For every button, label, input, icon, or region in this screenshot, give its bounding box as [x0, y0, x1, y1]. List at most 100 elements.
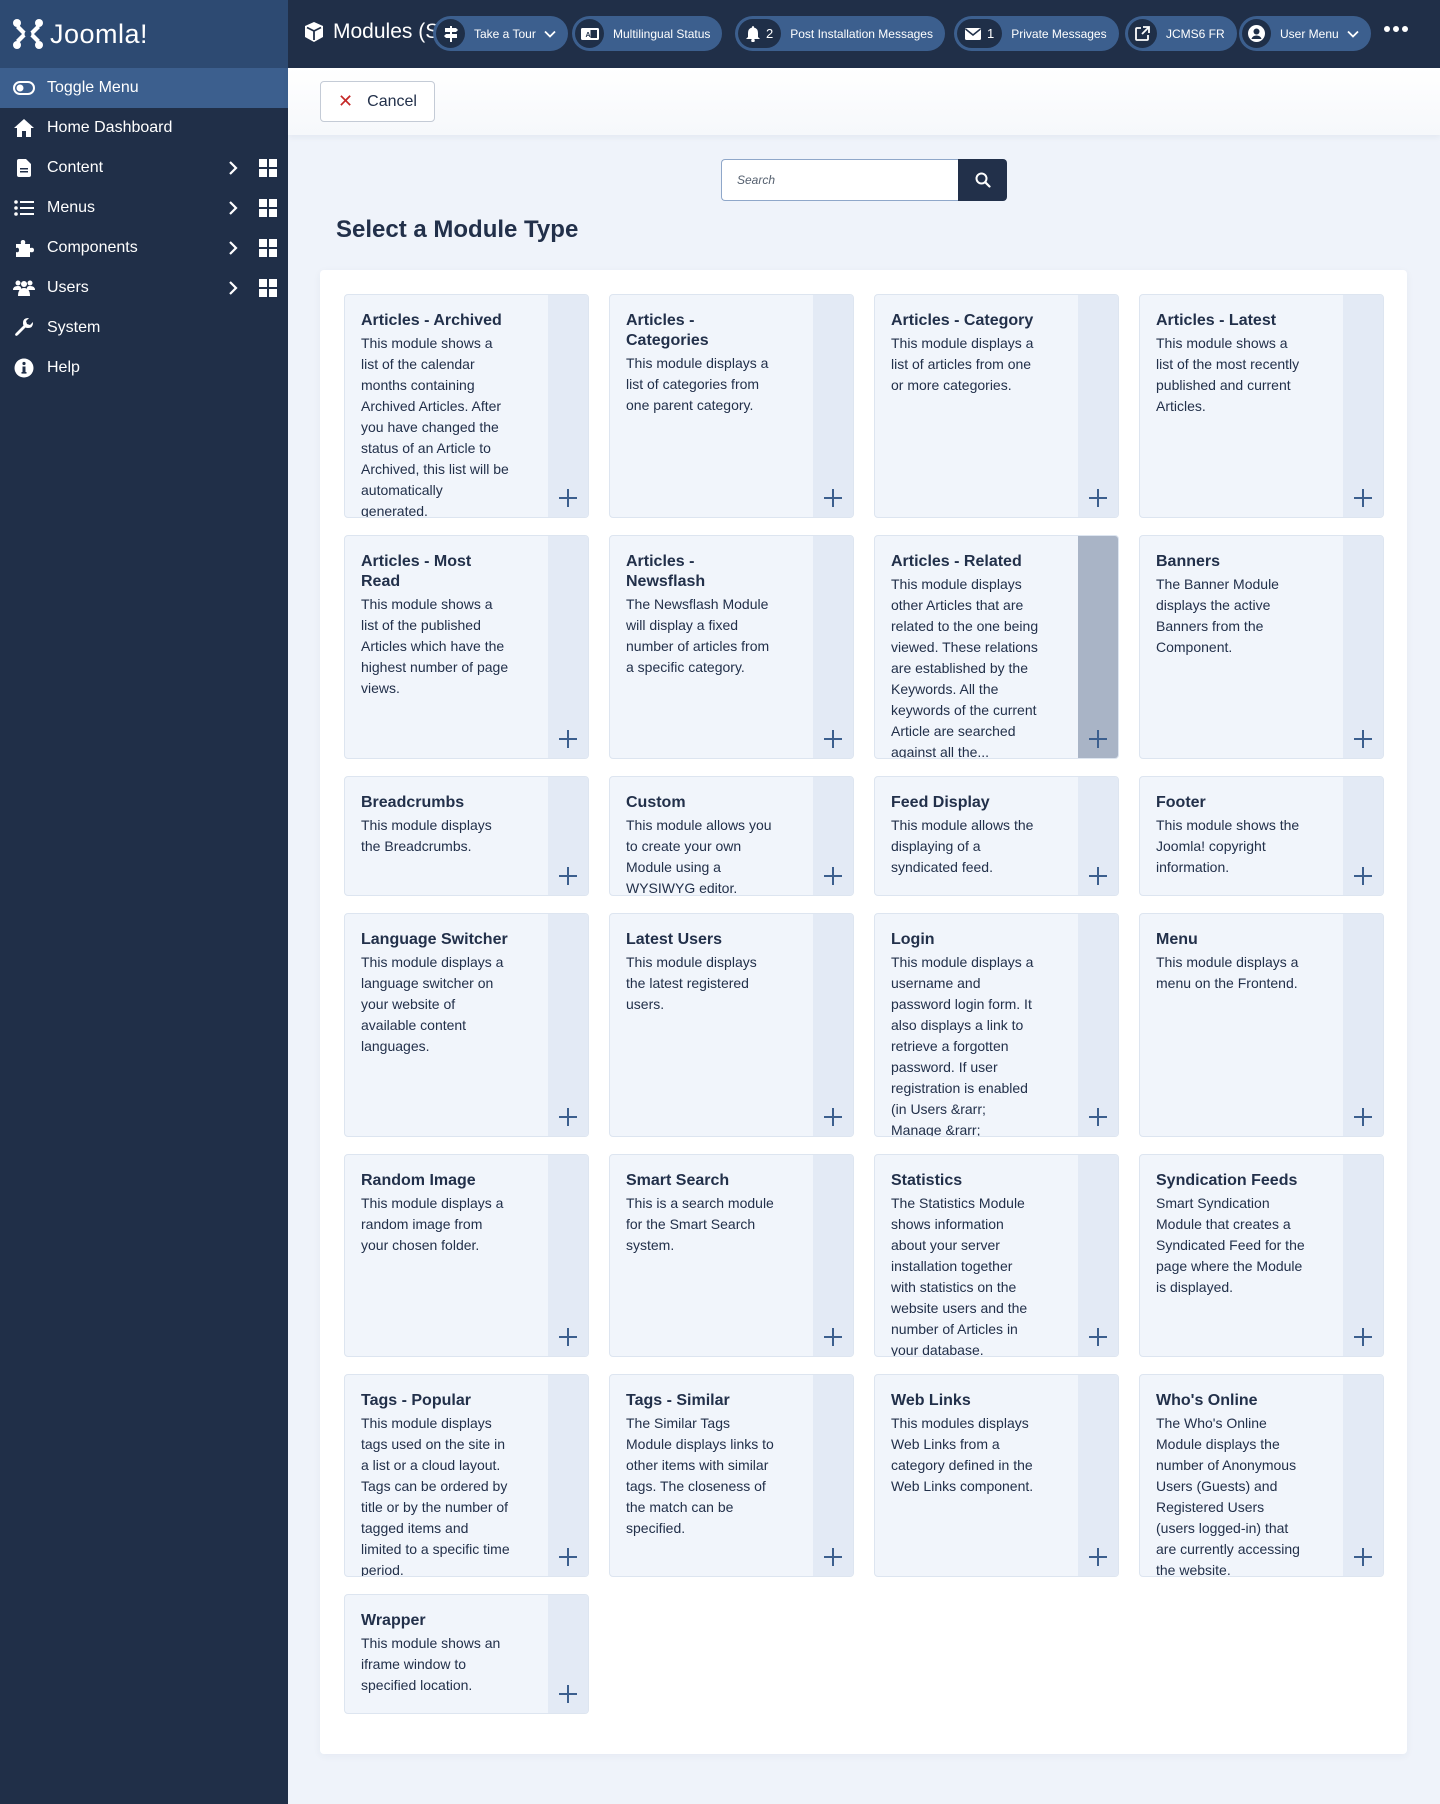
module-card[interactable]: Articles - Latest This module shows a lis… — [1139, 294, 1384, 518]
module-card[interactable]: Smart Search This is a search module for … — [609, 1154, 854, 1357]
module-card[interactable]: Menu This module displays a menu on the F… — [1139, 913, 1384, 1137]
plus-icon — [824, 1548, 842, 1566]
module-add-strip[interactable] — [1078, 914, 1118, 1136]
module-description: This module displays a random image from… — [361, 1195, 504, 1253]
plus-icon — [559, 1548, 577, 1566]
module-card[interactable]: Banners The Banner Module displays the ac… — [1139, 535, 1384, 759]
module-add-strip[interactable] — [1343, 536, 1383, 758]
module-card[interactable]: Tags - Popular This module displays tags … — [344, 1374, 589, 1577]
module-card[interactable]: Tags - Similar The Similar Tags Module di… — [609, 1374, 854, 1577]
take-a-tour-button[interactable]: Take a Tour — [433, 16, 568, 51]
plus-icon — [1089, 489, 1107, 507]
site-link-button[interactable]: JCMS6 FR — [1125, 16, 1237, 51]
chevron-right-icon[interactable] — [224, 199, 242, 217]
chevron-right-icon[interactable] — [224, 159, 242, 177]
module-add-strip[interactable] — [813, 1155, 853, 1356]
module-description: The Who's Online Module displays the num… — [1156, 1415, 1300, 1577]
module-add-strip[interactable] — [1343, 777, 1383, 895]
module-add-strip[interactable] — [1343, 1375, 1383, 1576]
plus-icon — [1089, 1548, 1107, 1566]
module-card[interactable]: Random Image This module displays a rando… — [344, 1154, 589, 1357]
module-add-strip[interactable] — [548, 914, 588, 1136]
module-card[interactable]: Articles - Category This module displays … — [874, 294, 1119, 518]
sidebar-item-help[interactable]: Help — [0, 348, 288, 388]
sidebar-item-home-dashboard[interactable]: Home Dashboard — [0, 108, 288, 148]
sidebar-item-users[interactable]: Users — [0, 268, 288, 308]
module-card[interactable]: Login This module displays a username and… — [874, 913, 1119, 1137]
post-installation-messages-button[interactable]: 2 Post Installation Messages — [735, 16, 945, 51]
module-title: Latest Users — [626, 931, 723, 948]
cancel-button[interactable]: ✕ Cancel — [320, 81, 435, 122]
module-card-body: Articles - Related This module displays o… — [875, 536, 1080, 758]
module-card[interactable]: Articles - Related This module displays o… — [874, 535, 1119, 759]
module-add-strip[interactable] — [548, 295, 588, 517]
module-card[interactable]: Footer This module shows the Joomla! copy… — [1139, 776, 1384, 896]
module-add-strip[interactable] — [813, 295, 853, 517]
sidebar-item-toggle-menu[interactable]: Toggle Menu — [0, 68, 288, 108]
module-add-strip[interactable] — [813, 914, 853, 1136]
chevron-right-icon[interactable] — [224, 239, 242, 257]
module-card[interactable]: Feed Display This module allows the displ… — [874, 776, 1119, 896]
module-card[interactable]: Custom This module allows you to create y… — [609, 776, 854, 896]
module-title: Articles - Most Read — [361, 553, 472, 590]
module-add-strip[interactable] — [1343, 295, 1383, 517]
module-add-strip[interactable] — [1078, 777, 1118, 895]
module-add-strip[interactable] — [1078, 1155, 1118, 1356]
sidebar-item-menus[interactable]: Menus — [0, 188, 288, 228]
dashboard-grid-icon[interactable] — [259, 159, 277, 177]
module-add-strip[interactable] — [548, 536, 588, 758]
module-card[interactable]: Articles - Newsflash The Newsflash Module… — [609, 535, 854, 759]
multilingual-status-button[interactable]: A Multilingual Status — [572, 16, 723, 51]
module-add-strip[interactable] — [1343, 914, 1383, 1136]
module-description: This module displays the latest register… — [626, 954, 757, 1012]
module-card[interactable]: Wrapper This module shows an iframe windo… — [344, 1594, 589, 1714]
module-add-strip[interactable] — [548, 1375, 588, 1576]
page-title-text: Modules (Si — [333, 20, 444, 43]
more-options-ellipsis-icon[interactable] — [1384, 26, 1408, 32]
module-card-body: Latest Users This module displays the lat… — [610, 914, 815, 1015]
module-card[interactable]: Breadcrumbs This module displays the Brea… — [344, 776, 589, 896]
sidebar-item-system[interactable]: System — [0, 308, 288, 348]
module-title: Web Links — [891, 1392, 971, 1409]
sidebar-item-content[interactable]: Content — [0, 148, 288, 188]
module-card-body: Statistics The Statistics Module shows in… — [875, 1155, 1080, 1356]
module-description: The Similar Tags Module displays links t… — [626, 1415, 774, 1536]
module-add-strip[interactable] — [1078, 536, 1118, 758]
module-card[interactable]: Who's Online The Who's Online Module disp… — [1139, 1374, 1384, 1577]
module-add-strip[interactable] — [813, 536, 853, 758]
module-add-strip[interactable] — [1343, 1155, 1383, 1356]
dashboard-grid-icon[interactable] — [259, 279, 277, 297]
module-card[interactable]: Articles - Most Read This module shows a … — [344, 535, 589, 759]
cancel-label: Cancel — [367, 92, 417, 110]
module-add-strip[interactable] — [1078, 1375, 1118, 1576]
module-add-strip[interactable] — [813, 1375, 853, 1576]
module-title: Language Switcher — [361, 931, 508, 948]
user-menu-button[interactable]: User Menu — [1239, 16, 1371, 51]
module-card[interactable]: Statistics The Statistics Module shows in… — [874, 1154, 1119, 1357]
chevron-right-icon[interactable] — [224, 279, 242, 297]
private-messages-button[interactable]: 1 Private Messages — [954, 16, 1119, 51]
module-description: This module allows the displaying of a s… — [891, 817, 1034, 875]
module-add-strip[interactable] — [548, 1595, 588, 1713]
module-card[interactable]: Language Switcher This module displays a … — [344, 913, 589, 1137]
dashboard-grid-icon[interactable] — [259, 199, 277, 217]
module-add-strip[interactable] — [813, 777, 853, 895]
module-card[interactable]: Latest Users This module displays the lat… — [609, 913, 854, 1137]
module-card[interactable]: Articles - Archived This module shows a l… — [344, 294, 589, 518]
module-add-strip[interactable] — [1078, 295, 1118, 517]
pill-label: Post Installation Messages — [790, 26, 933, 41]
dashboard-grid-icon[interactable] — [259, 239, 277, 257]
joomla-logo[interactable]: Joomla! — [0, 0, 288, 68]
module-add-strip[interactable] — [548, 777, 588, 895]
list-icon — [13, 197, 35, 219]
search-button[interactable] — [958, 159, 1007, 201]
module-card[interactable]: Web Links This modules displays Web Links… — [874, 1374, 1119, 1577]
search-input[interactable] — [721, 159, 958, 201]
sidebar-item-components[interactable]: Components — [0, 228, 288, 268]
module-card[interactable]: Syndication Feeds Smart Syndication Modul… — [1139, 1154, 1384, 1357]
module-card[interactable]: Articles - Categories This module display… — [609, 294, 854, 518]
module-title: Breadcrumbs — [361, 794, 465, 811]
sidebar-item-label: Components — [47, 239, 138, 256]
pill-label: Private Messages — [1011, 26, 1107, 41]
module-add-strip[interactable] — [548, 1155, 588, 1356]
